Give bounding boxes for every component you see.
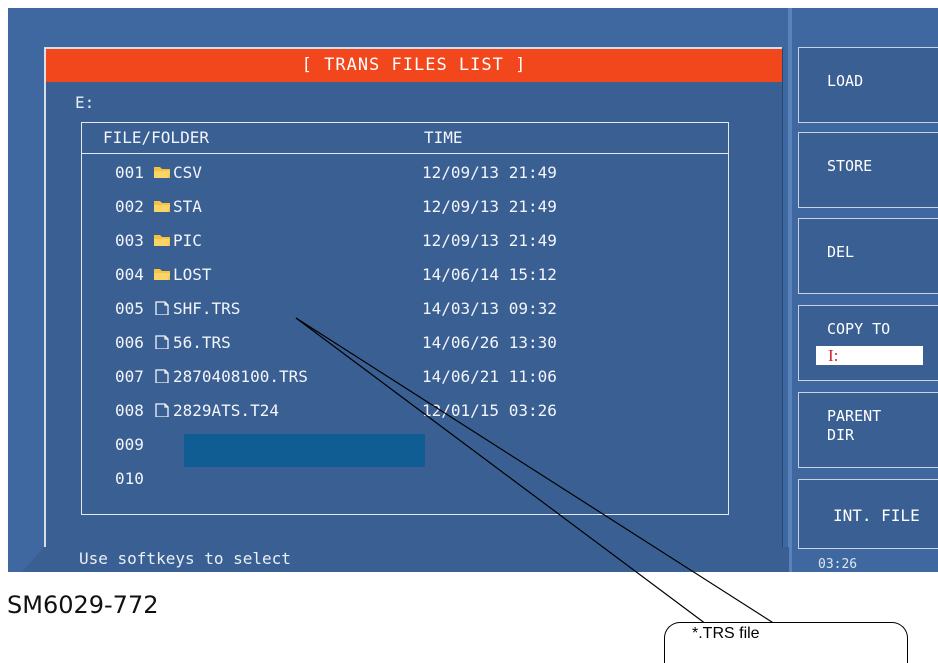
callout-line-1	[295, 317, 707, 625]
callout-pointer-lines	[295, 317, 776, 625]
callout-line-2	[295, 317, 776, 625]
callout-text: *.TRS file	[692, 625, 760, 642]
